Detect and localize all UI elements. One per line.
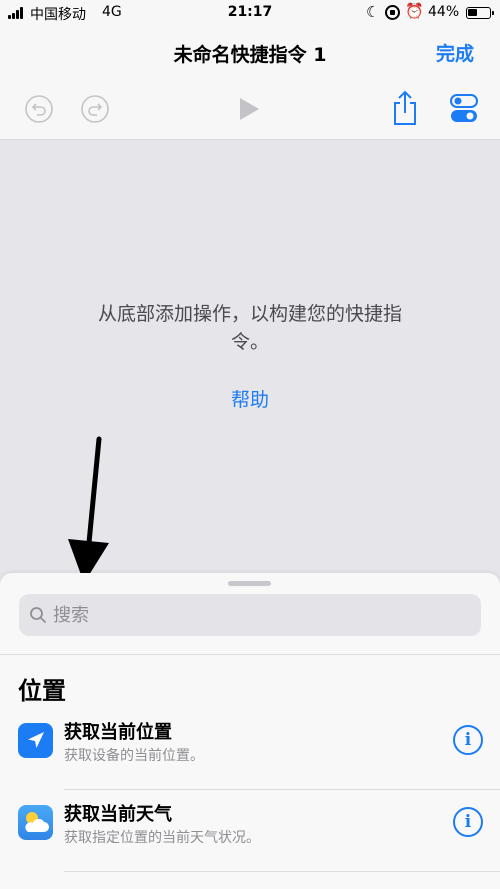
rotation-lock-icon xyxy=(385,5,400,20)
arrow-annotation-icon xyxy=(68,436,109,583)
shortcut-title[interactable]: 未命名快捷指令 1 xyxy=(0,40,500,67)
undo-icon[interactable] xyxy=(24,94,54,124)
section-title: 位置 xyxy=(18,677,66,705)
do-not-disturb-icon: ☾ xyxy=(366,3,380,21)
action-title: 获取当前位置 xyxy=(64,722,172,743)
action-row[interactable]: 获取当前天气 获取指定位置的当前天气状况。 i xyxy=(0,790,500,872)
redo-icon[interactable] xyxy=(80,94,110,124)
settings-toggle-icon[interactable] xyxy=(450,94,478,124)
search-bar[interactable] xyxy=(19,594,481,636)
nav-bar: 未命名快捷指令 1 完成 xyxy=(0,26,500,78)
help-link[interactable]: 帮助 xyxy=(0,385,500,412)
editor-toolbar xyxy=(0,78,500,140)
location-arrow-icon xyxy=(18,723,53,758)
clock: 21:17 xyxy=(227,4,273,20)
action-subtitle: 获取设备的当前位置。 xyxy=(64,748,204,764)
action-row[interactable]: 获取当前位置 获取设备的当前位置。 i xyxy=(0,708,500,790)
search-input[interactable] xyxy=(53,600,463,630)
row-separator xyxy=(64,871,500,872)
done-button[interactable]: 完成 xyxy=(436,39,474,66)
battery-fill xyxy=(468,9,477,16)
share-icon[interactable] xyxy=(392,90,418,126)
workflow-canvas: 从底部添加操作，以构建您的快捷指令。 帮助 xyxy=(0,141,500,583)
battery-percent: 44% xyxy=(428,4,460,20)
alarm-icon: ⏰ xyxy=(405,2,424,20)
play-icon[interactable] xyxy=(236,96,262,122)
info-icon[interactable]: i xyxy=(453,807,483,837)
weather-icon xyxy=(18,805,53,840)
status-bar: 中国移动 4G 21:17 ☾ ⏰ 44% xyxy=(0,0,500,26)
sheet-grabber[interactable] xyxy=(228,581,271,586)
divider xyxy=(0,654,500,655)
action-subtitle: 获取指定位置的当前天气状况。 xyxy=(64,830,260,846)
battery-icon xyxy=(466,7,494,19)
action-title: 获取当前天气 xyxy=(64,804,172,825)
empty-state-message: 从底部添加操作，以构建您的快捷指令。 xyxy=(97,303,402,353)
search-icon xyxy=(30,607,46,623)
info-icon[interactable]: i xyxy=(453,725,483,755)
